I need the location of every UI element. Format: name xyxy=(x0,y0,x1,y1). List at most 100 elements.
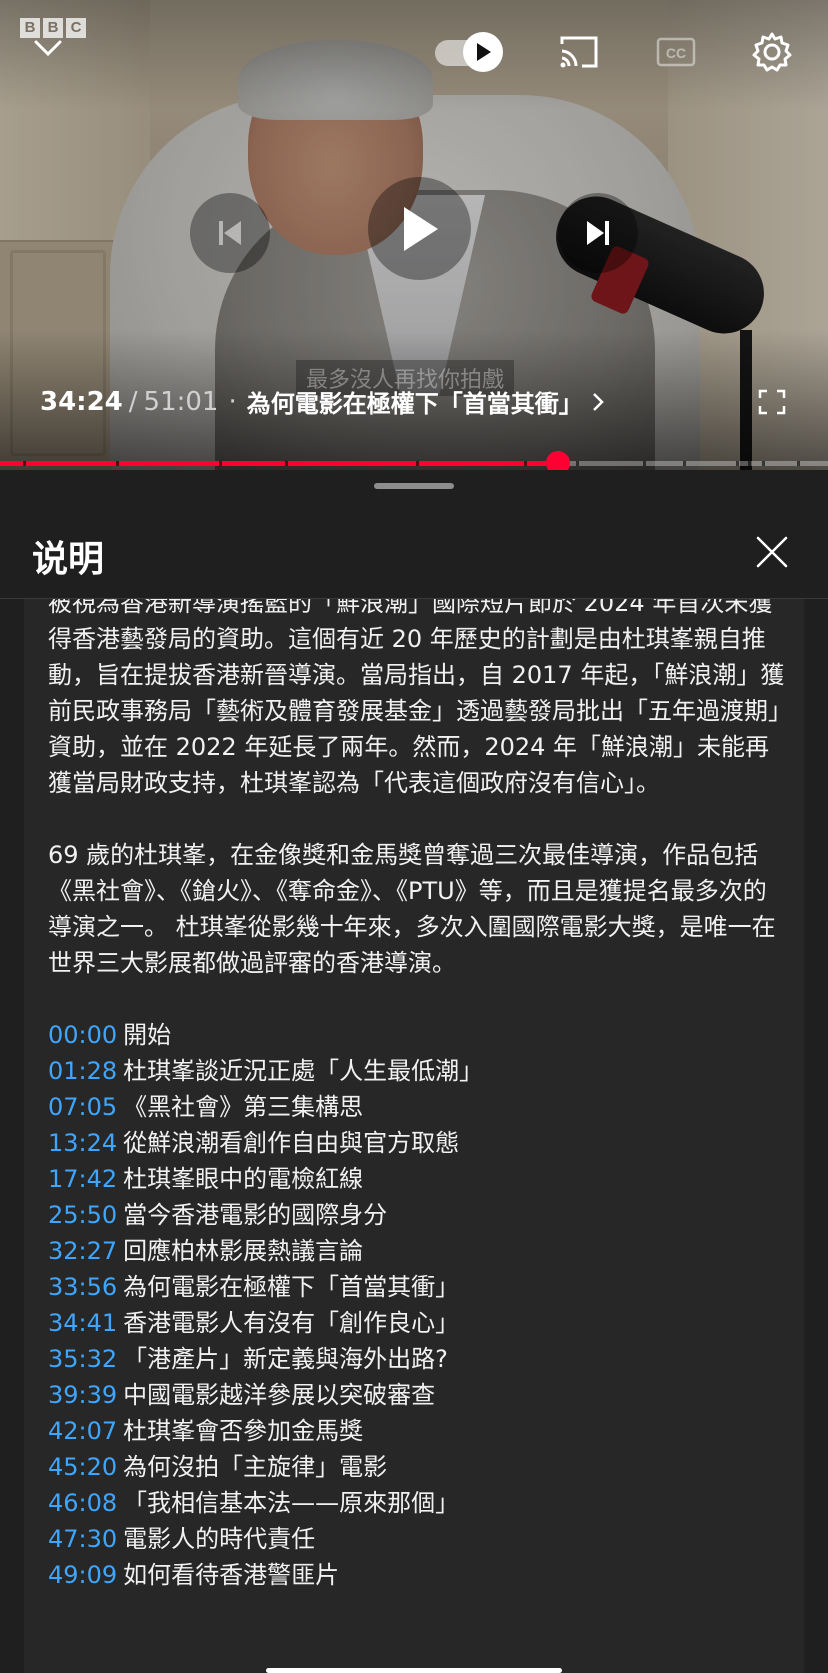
chevron-right-icon xyxy=(592,392,604,411)
chapter-timestamp-link[interactable]: 46:08 xyxy=(48,1485,117,1521)
skip-previous-icon xyxy=(219,221,241,245)
current-chapter-link[interactable]: 為何電影在極權下「首當其衝」 xyxy=(247,384,583,419)
chapter-timestamp-link[interactable]: 34:41 xyxy=(48,1305,117,1341)
chapter-timestamp-link[interactable]: 07:05 xyxy=(48,1089,117,1125)
time-separator: / xyxy=(128,386,138,417)
chapter-list: 00:00 開始 01:28 杜琪峯談近況正處「人生最低潮」 07:05 《黑社會》第… xyxy=(48,1017,788,1593)
description-sheet: 说明 被視為香港新導演搖籃的「鮮浪潮」國際短片節於 2024 年首次未獲得香港藝… xyxy=(0,470,828,1673)
chapter-item: 13:24 從鮮浪潮看創作自由與官方取態 xyxy=(48,1125,788,1161)
chapter-marker xyxy=(218,461,222,466)
chapter-timestamp-link[interactable]: 33:56 xyxy=(48,1269,117,1305)
chapter-marker xyxy=(761,461,765,466)
cast-icon xyxy=(560,36,598,68)
chapter-marker xyxy=(736,461,740,466)
chapter-title: 回應柏林影展熱議言論 xyxy=(123,1237,364,1265)
sheet-header: 说明 xyxy=(0,530,828,598)
chapter-timestamp-link[interactable]: 47:30 xyxy=(48,1521,117,1557)
seek-bar-thumb[interactable] xyxy=(546,451,571,470)
chapter-marker xyxy=(747,461,751,466)
minimize-player-button[interactable] xyxy=(28,34,68,62)
fullscreen-icon xyxy=(758,389,786,415)
closed-captions-icon: CC xyxy=(656,37,696,67)
chapter-timestamp-link[interactable]: 49:09 xyxy=(48,1557,117,1593)
autoplay-toggle[interactable] xyxy=(435,32,511,72)
svg-text:CC: CC xyxy=(666,45,686,61)
chapter-title: 「我相信基本法——原來那個」 xyxy=(123,1489,460,1517)
chapter-title: 為何電影在極權下「首當其衝」 xyxy=(123,1273,460,1301)
chapter-timestamp-link[interactable]: 39:39 xyxy=(48,1377,117,1413)
chapter-item: 39:39 中國電影越洋參展以突破審查 xyxy=(48,1377,788,1413)
fullscreen-button[interactable] xyxy=(752,386,792,418)
chapter-timestamp-link[interactable]: 13:24 xyxy=(48,1125,117,1161)
chapter-timestamp-link[interactable]: 35:32 xyxy=(48,1341,117,1377)
chapter-marker xyxy=(683,461,687,466)
chapter-timestamp-link[interactable]: 00:00 xyxy=(48,1017,117,1053)
description-scroll-area[interactable]: 被視為香港新導演搖籃的「鮮浪潮」國際短片節於 2024 年首次未獲得香港藝發局的… xyxy=(24,599,804,1673)
close-icon xyxy=(756,536,788,568)
chapter-title: 「港產片」新定義與海外出路? xyxy=(123,1345,448,1373)
chevron-down-icon xyxy=(34,40,62,57)
chapter-title: 從鮮浪潮看創作自由與官方取態 xyxy=(123,1129,460,1157)
chapter-title: 《黑社會》第三集構思 xyxy=(123,1093,364,1121)
chapter-title: 香港電影人有沒有「創作良心」 xyxy=(123,1309,460,1337)
chapter-item: 49:09 如何看待香港警匪片 xyxy=(48,1557,788,1593)
next-video-button[interactable] xyxy=(558,193,638,273)
description-paragraph: 69 歲的杜琪峯，在金像獎和金馬獎曾奪過三次最佳導演，作品包括《黑社會》、《鎗火… xyxy=(48,841,776,977)
time-and-chapter: 34:24 / 51:01 · 為何電影在極權下「首當其衝」 xyxy=(40,384,605,419)
captions-button[interactable]: CC xyxy=(654,32,698,72)
chapter-title: 當今香港電影的國際身分 xyxy=(123,1201,388,1229)
chapter-marker xyxy=(284,461,288,466)
home-indicator xyxy=(266,1668,562,1673)
description-paragraph: 被視為香港新導演搖籃的「鮮浪潮」國際短片節於 2024 年首次未獲得香港藝發局的… xyxy=(48,599,785,797)
chapter-item: 35:32 「港產片」新定義與海外出路? xyxy=(48,1341,788,1377)
chapter-item: 46:08 「我相信基本法——原來那個」 xyxy=(48,1485,788,1521)
close-button[interactable] xyxy=(752,532,792,572)
chapter-item: 07:05 《黑社會》第三集構思 xyxy=(48,1089,788,1125)
chapter-marker xyxy=(524,461,528,466)
chapter-title: 為何沒拍「主旋律」電影 xyxy=(123,1453,388,1481)
chapter-timestamp-link[interactable]: 32:27 xyxy=(48,1233,117,1269)
chapter-marker xyxy=(23,461,27,466)
chapter-timestamp-link[interactable]: 25:50 xyxy=(48,1197,117,1233)
play-icon xyxy=(477,43,491,61)
play-icon xyxy=(403,206,438,251)
description-body: 被視為香港新導演搖籃的「鮮浪潮」國際短片節於 2024 年首次未獲得香港藝發局的… xyxy=(48,599,788,1593)
skip-next-icon xyxy=(587,221,609,245)
chapter-timestamp-link[interactable]: 01:28 xyxy=(48,1053,117,1089)
chapter-timestamp-link[interactable]: 17:42 xyxy=(48,1161,117,1197)
current-time: 34:24 xyxy=(40,386,123,417)
cast-button[interactable] xyxy=(556,30,602,74)
previous-video-button[interactable] xyxy=(190,193,270,273)
chapter-title: 開始 xyxy=(123,1021,172,1049)
settings-button[interactable] xyxy=(748,28,796,76)
chapter-item: 34:41 香港電影人有沒有「創作良心」 xyxy=(48,1305,788,1341)
logo-letter: C xyxy=(66,18,86,38)
total-duration: 51:01 xyxy=(143,386,219,417)
play-button[interactable] xyxy=(368,177,471,280)
chapter-title: 杜琪峯眼中的電檢紅線 xyxy=(123,1165,364,1193)
chapter-item: 01:28 杜琪峯談近況正處「人生最低潮」 xyxy=(48,1053,788,1089)
chapter-marker xyxy=(643,461,647,466)
top-scrim xyxy=(0,0,828,110)
chapter-title: 電影人的時代責任 xyxy=(123,1525,316,1553)
seek-bar-played xyxy=(0,461,559,466)
chapter-marker xyxy=(796,461,800,466)
chapter-title: 中國電影越洋參展以突破審查 xyxy=(123,1381,436,1409)
chapter-item: 33:56 為何電影在極權下「首當其衝」 xyxy=(48,1269,788,1305)
chapter-title: 杜琪峯會否參加金馬獎 xyxy=(123,1417,364,1445)
chapter-item: 42:07 杜琪峯會否參加金馬獎 xyxy=(48,1413,788,1449)
chapter-timestamp-link[interactable]: 42:07 xyxy=(48,1413,117,1449)
chapter-title: 杜琪峯談近況正處「人生最低潮」 xyxy=(123,1057,484,1085)
seek-bar[interactable] xyxy=(0,451,828,470)
autoplay-knob xyxy=(463,32,503,72)
chapter-item: 47:30 電影人的時代責任 xyxy=(48,1521,788,1557)
video-player[interactable]: B B C CC 最多沒人再找你拍戲 34:24 / 51:01 · 為何電影在… xyxy=(0,0,828,470)
chapter-timestamp-link[interactable]: 45:20 xyxy=(48,1449,117,1485)
sheet-drag-handle[interactable] xyxy=(374,483,454,489)
chapter-dot: · xyxy=(228,386,237,417)
chapter-marker xyxy=(416,461,420,466)
chapter-item: 00:00 開始 xyxy=(48,1017,788,1053)
chapter-marker xyxy=(115,461,119,466)
